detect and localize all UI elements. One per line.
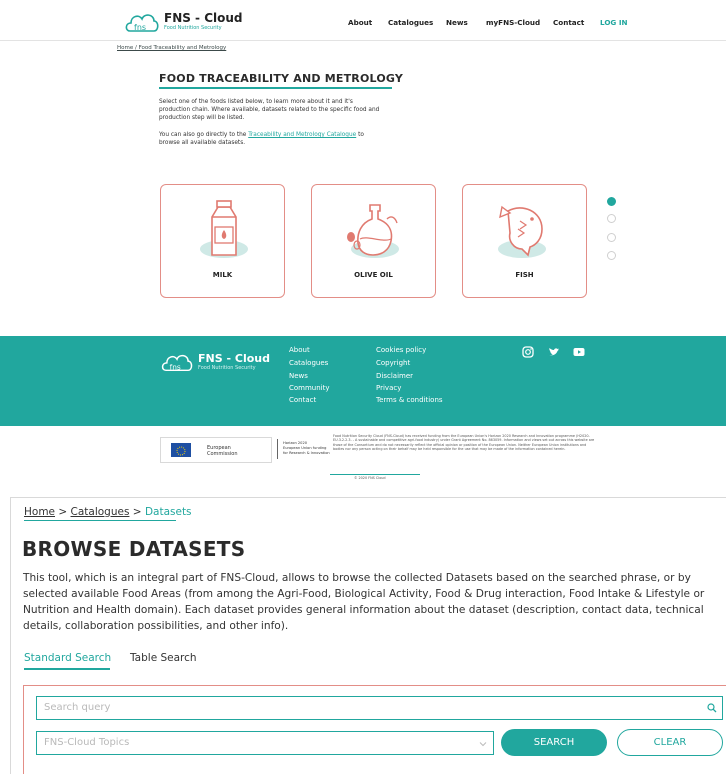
svg-text:fns: fns	[134, 23, 146, 32]
tab-table-search[interactable]: Table Search	[130, 652, 197, 664]
carousel-dot-1[interactable]	[607, 197, 616, 206]
eu-commission-logo: European Commission	[160, 437, 272, 463]
breadcrumb[interactable]: Home / Food Traceability and Metrology	[117, 45, 226, 51]
browse-datasets-page: Home > Catalogues > Datasets BROWSE DATA…	[0, 490, 726, 774]
footer-link-copyright[interactable]: Copyright	[376, 359, 410, 367]
search-placeholder: Search query	[44, 702, 111, 713]
topics-placeholder: FNS-Cloud Topics	[44, 737, 130, 748]
cloud-logo-icon: fns	[125, 14, 159, 32]
catalogue-suffix: to	[358, 132, 364, 138]
olive-oil-bottle-icon	[347, 204, 399, 258]
funding-disclaimer: Food Nutrition Security Cloud (FNS-Cloud…	[333, 434, 595, 452]
breadcrumb-underline	[24, 520, 176, 521]
cloud-logo-icon: fns	[161, 354, 193, 371]
catalogue-prefix: You can also go directly to the	[159, 132, 247, 138]
nav-catalogues[interactable]: Catalogues	[388, 18, 433, 27]
site-footer: fns FNS - Cloud Food Nutrition Security …	[0, 336, 726, 426]
youtube-icon[interactable]	[573, 346, 585, 358]
site-header: fns FNS - Cloud Food Nutrition Security …	[0, 0, 726, 44]
clear-button[interactable]: CLEAR	[617, 729, 723, 756]
eu-line2: Commission	[207, 451, 238, 457]
svg-text:fns: fns	[170, 362, 181, 371]
intro-line: production step will be listed.	[159, 115, 245, 121]
breadcrumb-catalogues[interactable]: Catalogues	[71, 506, 130, 518]
nav-contact[interactable]: Contact	[553, 18, 584, 27]
fish-icon	[498, 205, 546, 258]
title-underline	[159, 87, 392, 89]
nav-login[interactable]: LOG IN	[600, 18, 628, 27]
footer-link-community[interactable]: Community	[289, 384, 330, 392]
breadcrumb-separator: >	[58, 506, 68, 518]
footer-link-cookies[interactable]: Cookies policy	[376, 346, 426, 354]
breadcrumb-home[interactable]: Home	[24, 506, 55, 518]
catalogue-line2: browse all available datasets.	[159, 140, 246, 146]
nav-myfns-cloud[interactable]: myFNS-Cloud	[486, 18, 540, 27]
footer-brand-name: FNS - Cloud	[198, 351, 270, 365]
milk-carton-icon	[200, 200, 248, 258]
footer-link-terms[interactable]: Terms & conditions	[376, 396, 443, 404]
eu-separator	[277, 439, 278, 459]
card-label: FISH	[515, 271, 534, 279]
h2020-line3: for Research & Innovation	[283, 451, 330, 455]
food-card-olive-oil[interactable]: OLIVE OIL	[311, 184, 436, 298]
instagram-icon[interactable]	[522, 346, 534, 358]
topics-select[interactable]: FNS-Cloud Topics	[36, 731, 494, 755]
brand-tagline: Food Nutrition Security	[164, 25, 222, 31]
search-button[interactable]: SEARCH	[501, 729, 607, 756]
footer-link-catalogues[interactable]: Catalogues	[289, 359, 328, 367]
carousel-dot-4[interactable]	[607, 251, 616, 260]
carousel-dot-3[interactable]	[607, 233, 616, 242]
food-traceability-page: fns FNS - Cloud Food Nutrition Security …	[0, 0, 726, 488]
brand-name: FNS - Cloud	[164, 11, 243, 25]
footer-brand-tagline: Food Nutrition Security	[198, 364, 256, 371]
footer-link-privacy[interactable]: Privacy	[376, 384, 401, 392]
breadcrumb: Home > Catalogues > Datasets	[24, 506, 192, 518]
eu-commission-text: European Commission	[207, 445, 238, 457]
breadcrumb-current: Datasets	[144, 506, 192, 518]
search-input[interactable]: Search query	[36, 696, 723, 720]
footer-link-contact[interactable]: Contact	[289, 396, 316, 404]
nav-about[interactable]: About	[348, 18, 372, 27]
footer-link-disclaimer[interactable]: Disclaimer	[376, 372, 413, 380]
card-label: MILK	[212, 271, 233, 279]
nav-news[interactable]: News	[446, 18, 468, 27]
tab-standard-search[interactable]: Standard Search	[24, 652, 111, 664]
eu-flag-icon	[171, 443, 191, 457]
header-divider	[0, 40, 726, 41]
breadcrumb-separator: >	[132, 506, 142, 518]
carousel-dot-2[interactable]	[607, 214, 616, 223]
twitter-icon[interactable]	[548, 346, 560, 358]
fns-cloud-logo[interactable]: fns FNS - Cloud Food Nutrition Security	[124, 9, 243, 35]
food-card-milk[interactable]: MILK	[160, 184, 285, 298]
footer-logo[interactable]: fns FNS - Cloud Food Nutrition Security	[160, 350, 270, 374]
page-title: BROWSE DATASETS	[22, 537, 246, 561]
food-card-fish[interactable]: FISH	[462, 184, 587, 298]
chevron-down-icon	[479, 742, 487, 747]
footer-link-news[interactable]: News	[289, 372, 308, 380]
page-title: FOOD TRACEABILITY AND METROLOGY	[159, 72, 404, 85]
page-description: This tool, which is an integral part of …	[23, 572, 705, 632]
search-icon[interactable]	[707, 703, 717, 713]
copyright-divider	[330, 474, 420, 475]
footer-link-about[interactable]: About	[289, 346, 310, 354]
copyright-text: © 2020 FNS Cloud	[354, 476, 386, 480]
card-label: OLIVE OIL	[354, 271, 393, 279]
catalogue-link[interactable]: Traceability and Metrology Catalogue	[248, 132, 356, 138]
active-tab-indicator	[24, 668, 110, 670]
